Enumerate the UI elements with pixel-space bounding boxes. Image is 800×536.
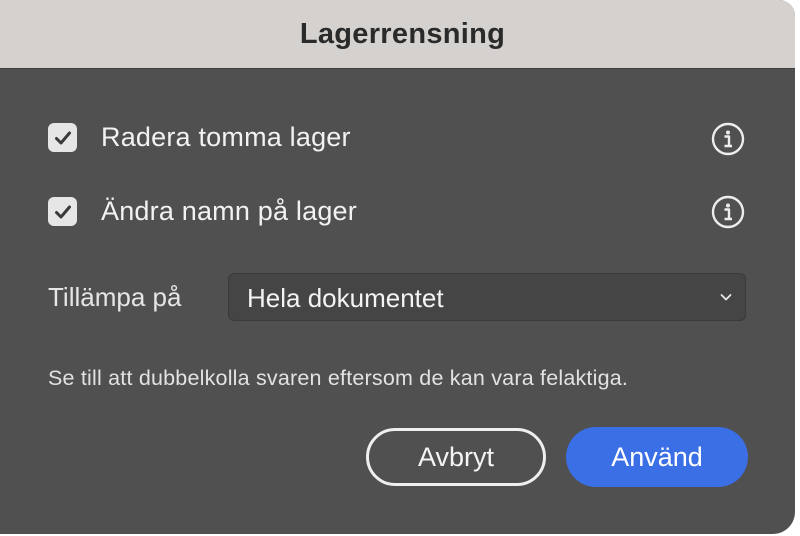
- checkmark-icon: [54, 205, 71, 218]
- dialog-titlebar: Lagerrensning: [0, 0, 795, 69]
- option-delete-empty-layers[interactable]: Radera tomma lager: [48, 122, 351, 153]
- rename-layers-checkbox[interactable]: [48, 197, 77, 226]
- info-circle-icon[interactable]: [711, 195, 745, 229]
- delete-empty-layers-checkbox[interactable]: [48, 123, 77, 152]
- disclaimer-note: Se till att dubbelkolla svaren eftersom …: [48, 366, 629, 390]
- cancel-button[interactable]: Avbryt: [366, 428, 546, 486]
- info-circle-icon[interactable]: [711, 122, 745, 156]
- layer-cleanup-dialog: Lagerrensning Radera tomma lager Ändra n…: [0, 0, 795, 534]
- apply-to-label: Tillämpa på: [48, 282, 182, 312]
- apply-to-selected-value: Hela dokumentet: [247, 283, 444, 313]
- chevron-down-icon: [719, 290, 733, 304]
- delete-empty-layers-label: Radera tomma lager: [101, 122, 351, 152]
- checkmark-icon: [54, 131, 71, 144]
- apply-button[interactable]: Använd: [566, 427, 748, 487]
- dialog-title: Lagerrensning: [299, 17, 506, 50]
- apply-to-dropdown[interactable]: Hela dokumentet: [228, 273, 746, 321]
- rename-layers-label: Ändra namn på lager: [101, 196, 357, 226]
- option-rename-layers[interactable]: Ändra namn på lager: [48, 196, 357, 227]
